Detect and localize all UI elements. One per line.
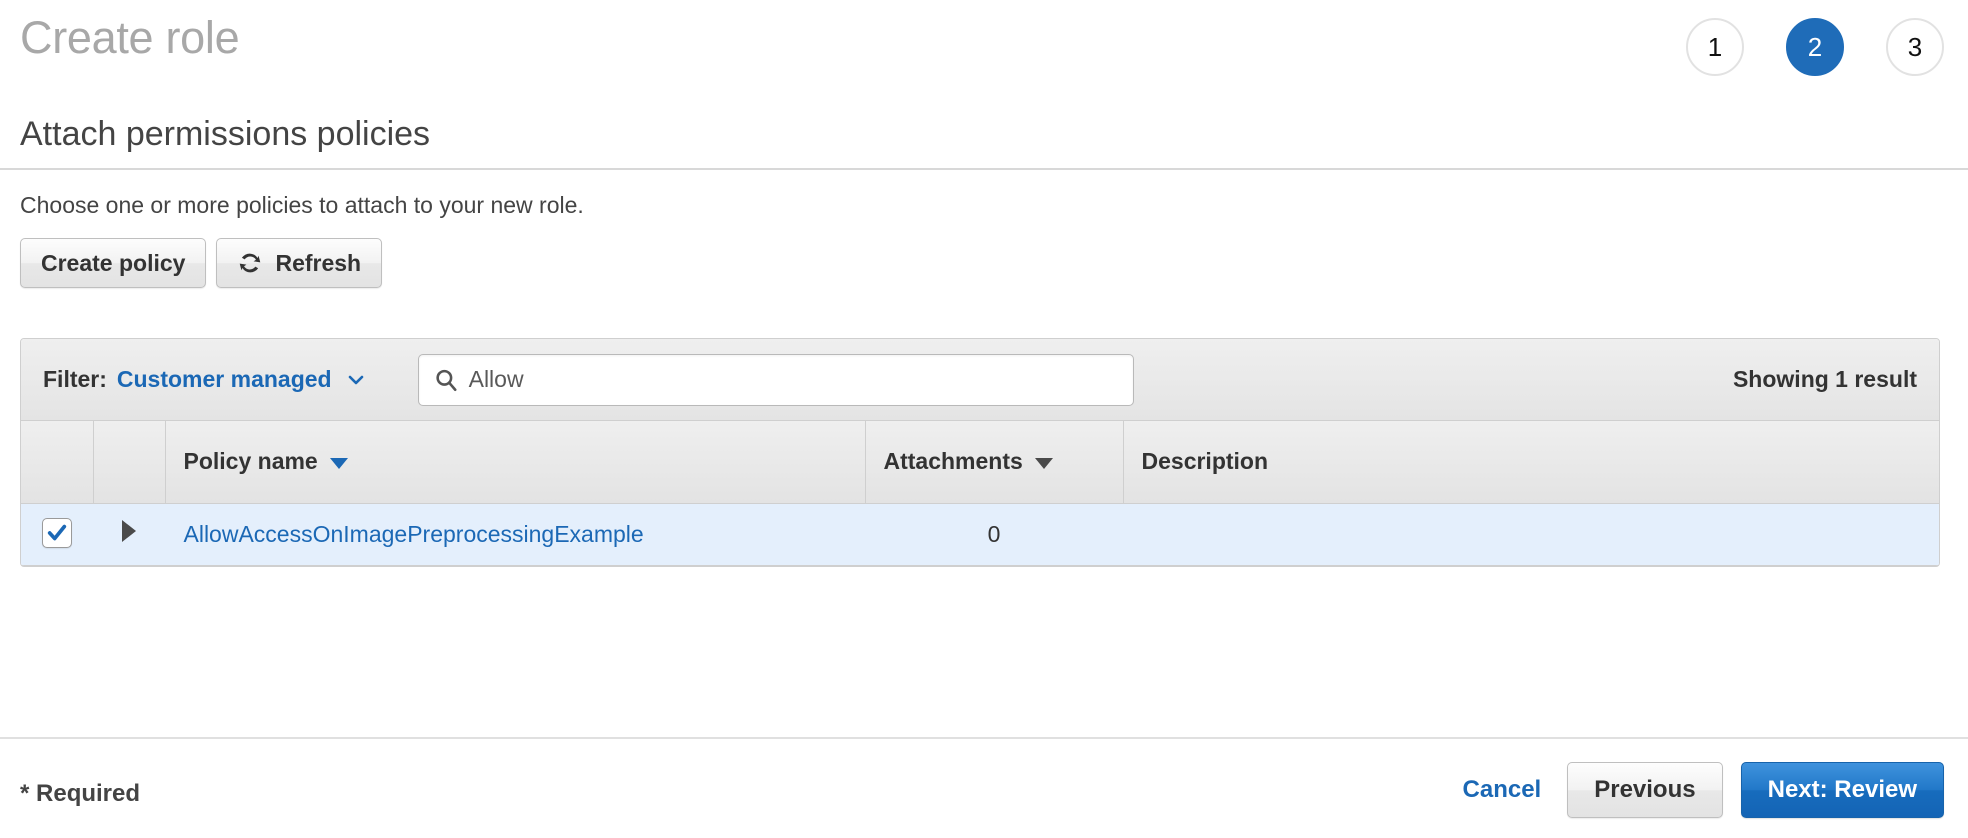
- page-title: Create role: [20, 8, 239, 68]
- section-heading: Attach permissions policies: [20, 112, 430, 156]
- column-header-description-label: Description: [1142, 448, 1269, 474]
- column-header-attachments[interactable]: Attachments: [865, 421, 1123, 503]
- column-header-select[interactable]: [21, 421, 93, 503]
- checkmark-icon: [46, 522, 68, 544]
- table-header-row: Policy name Attachments Description: [21, 421, 1939, 503]
- previous-button[interactable]: Previous: [1567, 762, 1722, 818]
- footer-actions: Cancel Previous Next: Review: [1463, 762, 1944, 818]
- caret-down-icon: [330, 458, 348, 469]
- column-header-description: Description: [1123, 421, 1939, 503]
- results-count: Showing 1 result: [1733, 366, 1917, 393]
- previous-button-label: Previous: [1594, 776, 1695, 804]
- column-header-expand: [93, 421, 165, 503]
- column-header-policy-name[interactable]: Policy name: [165, 421, 865, 503]
- row-policy-name-cell: AllowAccessOnImagePreprocessingExample: [165, 503, 865, 565]
- heading-divider: [0, 168, 1968, 170]
- section-subtitle: Choose one or more policies to attach to…: [20, 190, 584, 220]
- search-icon: [433, 367, 459, 393]
- policies-panel: Filter: Customer managed Allow Showing 1…: [20, 338, 1940, 567]
- table-row[interactable]: AllowAccessOnImagePreprocessingExample 0: [21, 503, 1939, 565]
- chevron-down-icon[interactable]: [346, 370, 366, 390]
- footer-divider: [0, 737, 1968, 739]
- row-checkbox[interactable]: [42, 518, 72, 548]
- required-note: * Required: [20, 780, 140, 808]
- next-review-button-label: Next: Review: [1768, 776, 1917, 804]
- refresh-button[interactable]: Refresh: [216, 238, 382, 288]
- row-expand-cell[interactable]: [93, 503, 165, 565]
- search-input-value: Allow: [469, 366, 524, 393]
- refresh-label: Refresh: [275, 250, 361, 277]
- policy-name-link[interactable]: AllowAccessOnImagePreprocessingExample: [184, 521, 644, 547]
- caret-down-icon: [1035, 458, 1053, 469]
- wizard-step-2[interactable]: 2: [1786, 18, 1844, 76]
- refresh-icon: [237, 250, 263, 276]
- wizard-step-1[interactable]: 1: [1686, 18, 1744, 76]
- search-input[interactable]: Allow: [418, 354, 1134, 406]
- row-select-cell[interactable]: [21, 503, 93, 565]
- cancel-button[interactable]: Cancel: [1463, 776, 1542, 804]
- policy-toolbar: Create policy Refresh: [20, 238, 382, 288]
- next-review-button[interactable]: Next: Review: [1741, 762, 1944, 818]
- create-policy-button[interactable]: Create policy: [20, 238, 206, 288]
- wizard-step-1-label: 1: [1708, 32, 1722, 63]
- wizard-step-indicator: 1 2 3: [1686, 18, 1944, 76]
- triangle-right-icon[interactable]: [122, 520, 136, 542]
- filter-dropdown-value[interactable]: Customer managed: [117, 366, 332, 393]
- row-attachments-cell: 0: [865, 503, 1123, 565]
- column-header-attachments-label: Attachments: [884, 448, 1023, 474]
- filter-label: Filter:: [43, 366, 107, 393]
- create-role-page: Create role 1 2 3 Attach permissions pol…: [0, 0, 1968, 838]
- filter-bar: Filter: Customer managed Allow Showing 1…: [21, 339, 1939, 421]
- create-policy-label: Create policy: [41, 250, 185, 277]
- row-description-cell: [1123, 503, 1939, 565]
- wizard-step-3[interactable]: 3: [1886, 18, 1944, 76]
- wizard-step-2-label: 2: [1808, 32, 1822, 63]
- column-header-policy-name-label: Policy name: [184, 448, 318, 474]
- wizard-step-3-label: 3: [1908, 32, 1922, 63]
- policies-table: Policy name Attachments Description: [21, 421, 1939, 566]
